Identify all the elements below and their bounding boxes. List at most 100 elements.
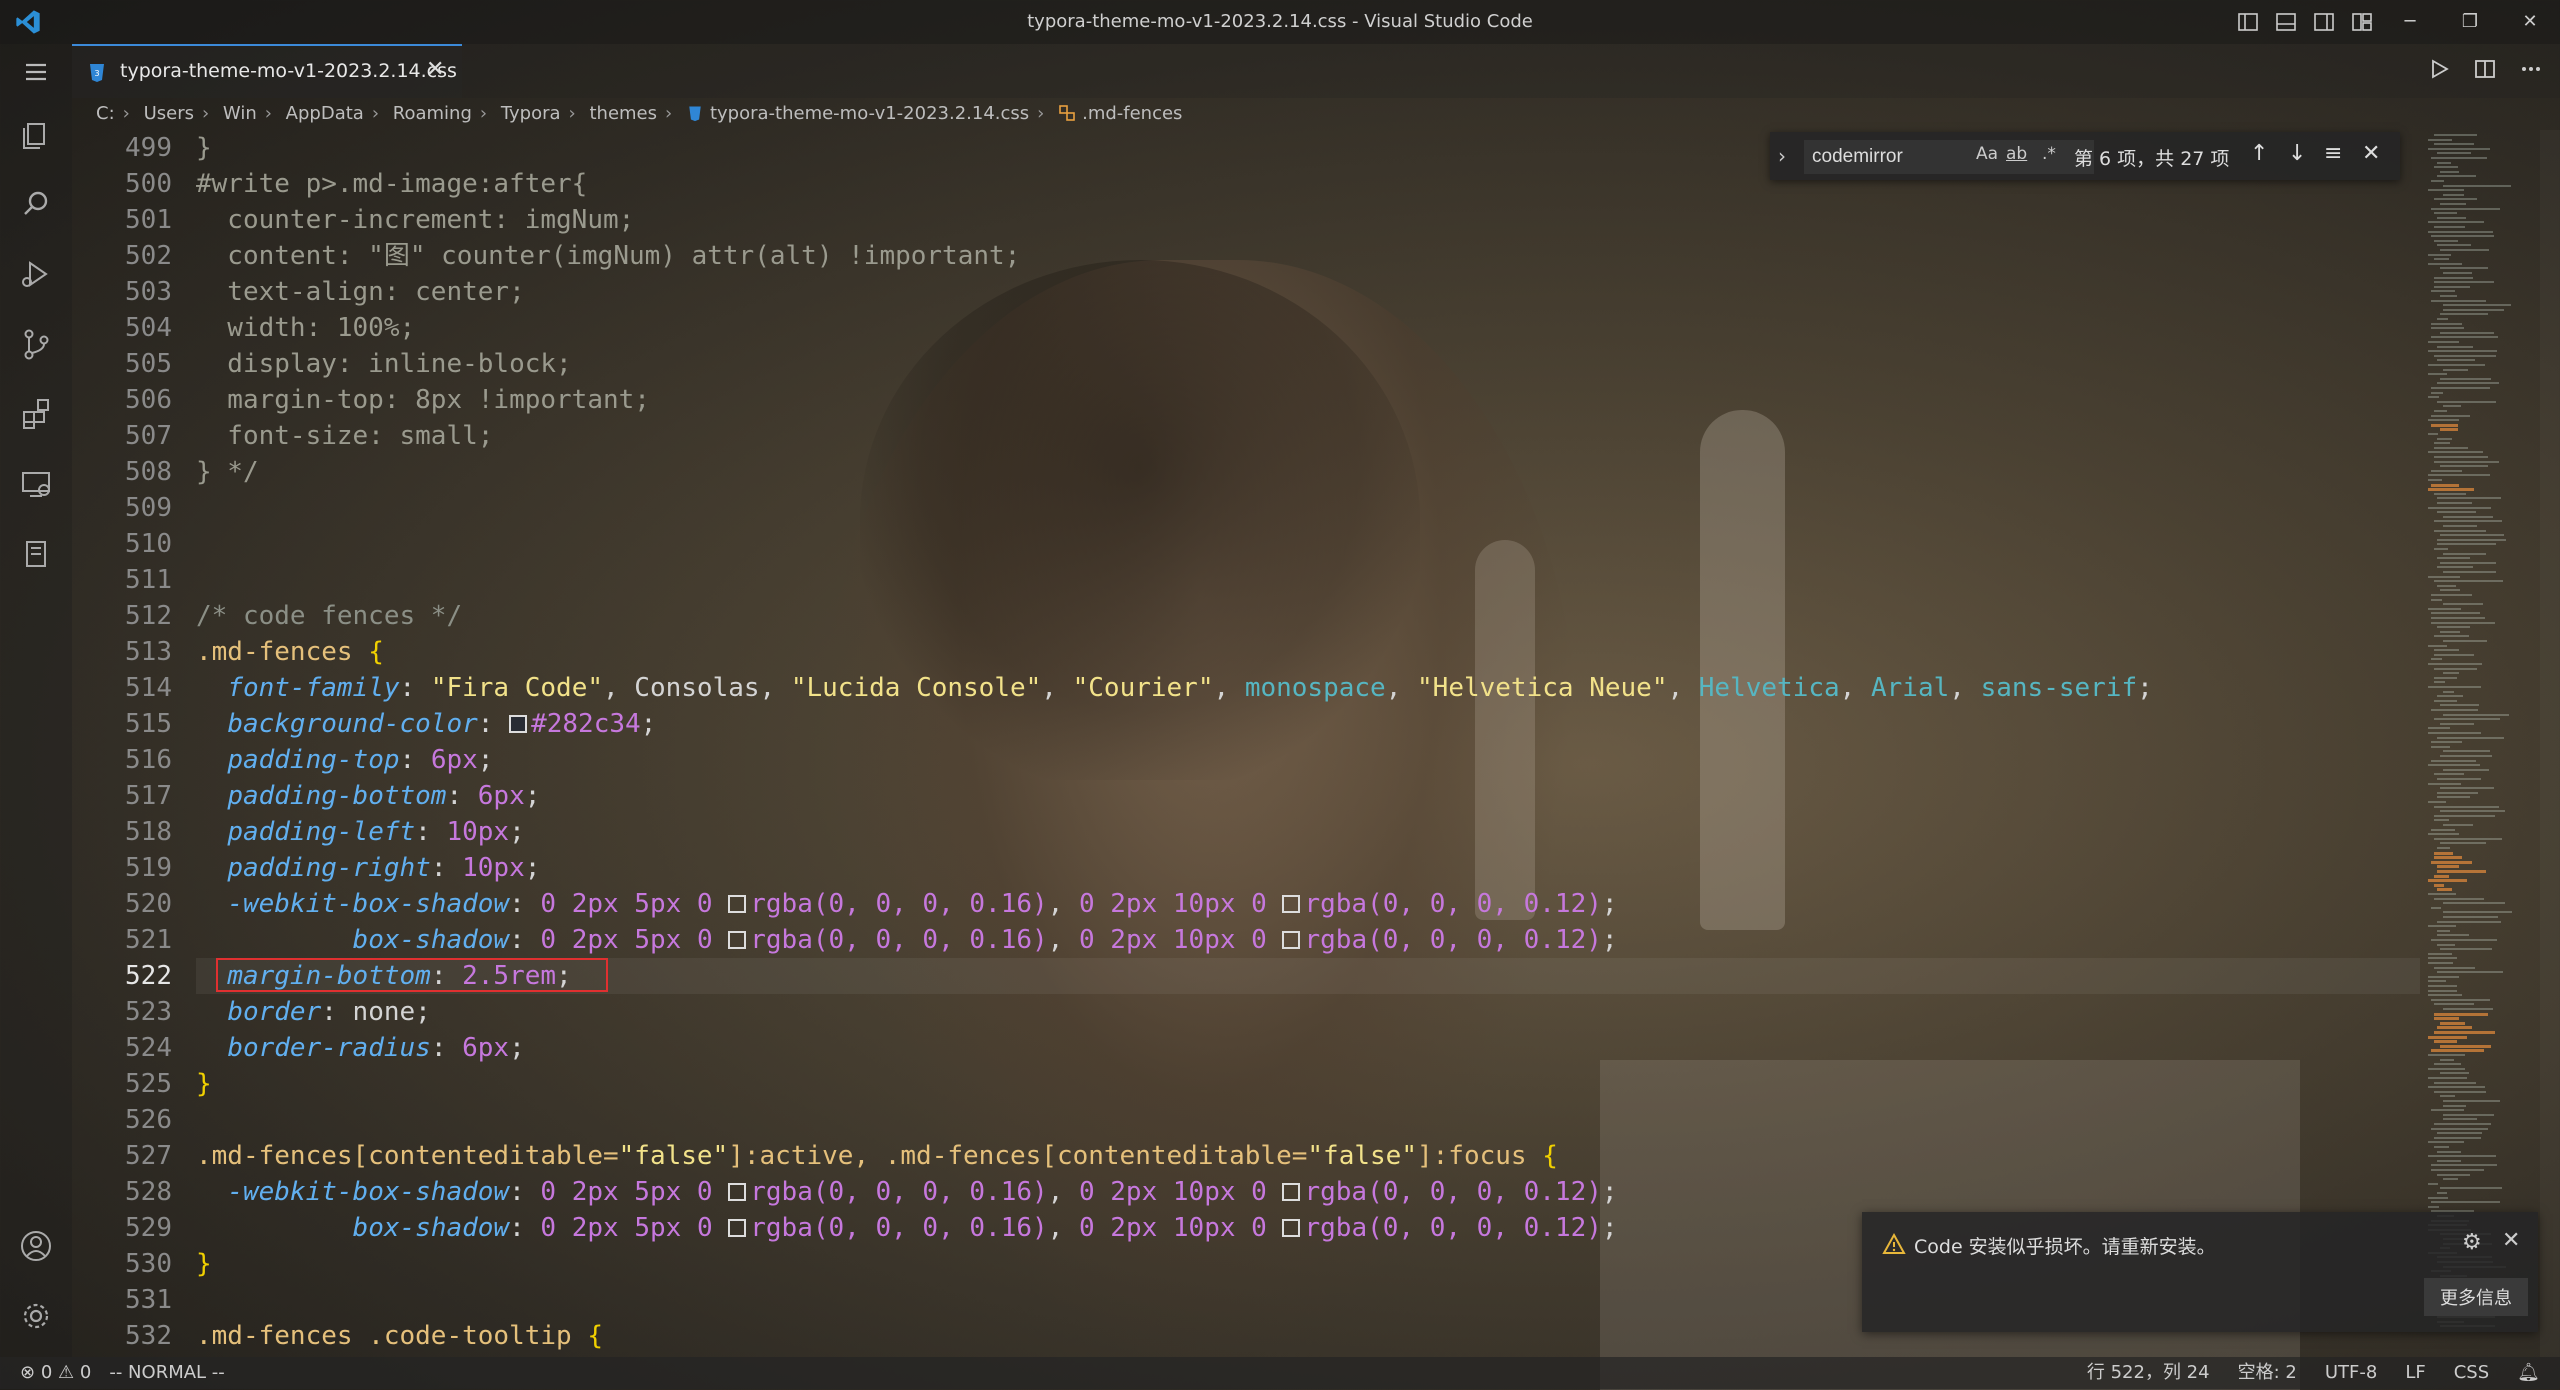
- code-line: padding-bottom: 6px;: [227, 781, 541, 811]
- minimap-line: [2434, 814, 2495, 817]
- minimap-line: [2431, 1201, 2500, 1204]
- minimap-line: [2431, 1109, 2464, 1112]
- minimap-line: [2437, 244, 2471, 247]
- minimap-line: [2428, 1141, 2464, 1144]
- notebook-icon[interactable]: [16, 534, 56, 574]
- tab-label: typora-theme-mo-v1-2023.2.14.css: [120, 60, 457, 82]
- problems-indicator[interactable]: ⊗ 0 ⚠ 0: [20, 1357, 91, 1389]
- minimap-line: [2434, 718, 2500, 721]
- restore-icon[interactable]: ❐: [2440, 0, 2500, 44]
- line-number: 506: [125, 385, 172, 415]
- notifications-bell-icon[interactable]: 🔔︎: [2517, 1357, 2540, 1389]
- breadcrumb-item[interactable]: Users: [144, 103, 194, 124]
- minimap-line: [2431, 157, 2487, 159]
- remote-explorer-icon[interactable]: [16, 464, 56, 504]
- minimap-line: [2434, 837, 2502, 840]
- minimap-line: [2428, 985, 2457, 987]
- minimap-line: [2437, 695, 2463, 698]
- vertical-scrollbar[interactable]: [2540, 130, 2560, 1357]
- explorer-icon[interactable]: [16, 114, 56, 154]
- error-count: 0: [40, 1362, 53, 1383]
- line-number: 532: [125, 1321, 172, 1351]
- search-icon[interactable]: [16, 184, 56, 224]
- whole-word-toggle[interactable]: ab: [2006, 144, 2027, 164]
- minimap-line: [2434, 410, 2447, 412]
- minimap[interactable]: [2424, 130, 2540, 1357]
- minimap-line: [2443, 690, 2454, 693]
- run-debug-icon[interactable]: [16, 254, 56, 294]
- breadcrumb-item[interactable]: .md-fences: [1082, 103, 1182, 124]
- breadcrumb-item[interactable]: themes: [589, 103, 657, 124]
- encoding[interactable]: UTF-8: [2325, 1357, 2377, 1389]
- minimap-line: [2434, 773, 2464, 776]
- line-number: 530: [125, 1249, 172, 1279]
- minimap-line: [2437, 359, 2475, 362]
- breadcrumb-item[interactable]: Roaming: [393, 103, 472, 124]
- minimap-line: [2434, 1040, 2457, 1044]
- warning-icon: [1882, 1232, 1906, 1254]
- minimize-icon[interactable]: ─: [2380, 0, 2440, 44]
- minimap-line: [2443, 902, 2505, 905]
- minimap-line: [2431, 658, 2442, 661]
- language-mode[interactable]: CSS: [2454, 1357, 2489, 1389]
- minimap-line: [2440, 948, 2492, 951]
- extensions-icon[interactable]: [16, 394, 56, 434]
- toggle-secondary-sidebar-icon[interactable]: [2312, 10, 2336, 34]
- minimap-line: [2434, 883, 2444, 887]
- run-file-icon[interactable]: [2426, 56, 2452, 82]
- cursor-position[interactable]: 行 522，列 24: [2087, 1357, 2210, 1389]
- close-find-icon[interactable]: ✕: [2362, 141, 2380, 166]
- notification-close-icon[interactable]: ✕: [2502, 1228, 2520, 1253]
- breadcrumb-item[interactable]: Win: [223, 103, 257, 124]
- menu-icon[interactable]: [16, 52, 56, 92]
- minimap-line: [2428, 732, 2481, 734]
- minimap-line: [2428, 230, 2493, 233]
- end-of-line[interactable]: LF: [2405, 1357, 2425, 1389]
- minimap-line: [2434, 1017, 2459, 1021]
- split-editor-icon[interactable]: [2472, 56, 2498, 82]
- minimap-line: [2434, 460, 2499, 463]
- minimap-line: [2434, 276, 2473, 279]
- customize-layout-icon[interactable]: [2350, 10, 2374, 34]
- code-area[interactable]: } #write p>.md-image:after{ counter-incr…: [196, 130, 2153, 1354]
- breadcrumb-item[interactable]: AppData: [286, 103, 364, 124]
- previous-match-icon[interactable]: ↑: [2250, 141, 2268, 166]
- code-line: counter-increment: imgNum;: [196, 205, 635, 235]
- minimap-line: [2428, 189, 2464, 192]
- minimap-line: [2431, 741, 2462, 744]
- source-control-icon[interactable]: [16, 324, 56, 364]
- breadcrumb-item[interactable]: C:: [96, 103, 115, 124]
- line-number: 519: [125, 853, 172, 883]
- tab-close-icon[interactable]: ✕: [426, 57, 444, 82]
- minimap-line: [2443, 640, 2487, 642]
- close-icon[interactable]: ✕: [2500, 0, 2560, 44]
- minimap-line: [2431, 612, 2480, 615]
- status-bar: ⊗ 0 ⚠ 0 -- NORMAL -- 行 522，列 24 空格: 2 UT…: [0, 1357, 2560, 1389]
- find-in-selection-icon[interactable]: ≡: [2324, 141, 2342, 166]
- minimap-line: [2443, 1100, 2500, 1102]
- indentation[interactable]: 空格: 2: [2238, 1357, 2297, 1389]
- minimap-line: [2428, 433, 2438, 435]
- regex-toggle[interactable]: .*: [2042, 144, 2056, 164]
- line-number: 526: [125, 1105, 172, 1135]
- minimap-line: [2443, 193, 2464, 196]
- tab-typora-theme-css[interactable]: 3 typora-theme-mo-v1-2023.2.14.css ✕: [72, 44, 462, 98]
- settings-gear-icon[interactable]: [16, 1296, 56, 1336]
- more-actions-icon[interactable]: [2518, 56, 2544, 82]
- toggle-replace-chevron-icon[interactable]: ›: [1778, 144, 1786, 168]
- match-case-toggle[interactable]: Aa: [1976, 144, 1998, 164]
- toggle-panel-icon[interactable]: [2274, 10, 2298, 34]
- breadcrumb-item[interactable]: Typora: [501, 103, 561, 124]
- toggle-primary-sidebar-icon[interactable]: [2236, 10, 2260, 34]
- minimap-line: [2431, 939, 2497, 941]
- next-match-icon[interactable]: ↓: [2288, 141, 2306, 166]
- more-info-button[interactable]: 更多信息: [2424, 1278, 2528, 1316]
- warning-count: 0: [79, 1362, 92, 1383]
- breadcrumb-item[interactable]: typora-theme-mo-v1-2023.2.14.css: [710, 103, 1029, 124]
- notification-settings-gear-icon[interactable]: ⚙: [2462, 1230, 2482, 1255]
- minimap-line: [2434, 1081, 2476, 1084]
- account-icon[interactable]: [16, 1226, 56, 1266]
- line-number: 522: [125, 961, 172, 991]
- minimap-line: [2428, 952, 2452, 955]
